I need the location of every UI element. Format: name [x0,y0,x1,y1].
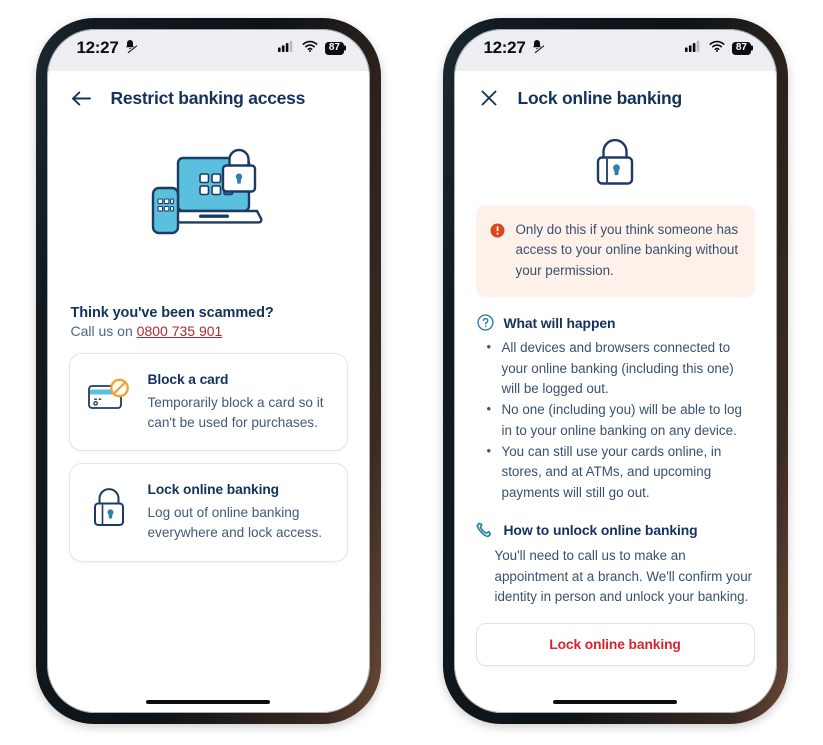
wifi-icon [302,39,318,57]
wifi-icon [709,39,725,57]
phone-device-left: 12:27 87 Restrict banking access Think y… [35,18,381,724]
nav-bar-left: Restrict banking access [47,71,370,119]
phone-device-right: 12:27 87 Lock online banking Only do thi… [442,18,788,724]
battery-indicator: 87 [324,41,344,55]
section-title: What will happen [503,314,616,331]
screenshot-stage: 12:27 87 Restrict banking access Think y… [0,0,823,745]
bell-muted-icon [530,39,545,58]
option-card-block-a-card[interactable]: Block a card Temporarily block a card so… [68,353,348,452]
warning-banner-text: Only do this if you think someone has ac… [515,222,739,278]
cellular-signal-icon [277,39,295,57]
phone-screen-right: 12:27 87 Lock online banking Only do thi… [453,29,777,713]
list-item: You can still use your cards online, in … [486,441,755,503]
question-circle-icon [476,314,495,331]
restrict-options-list: Block a card Temporarily block a card so… [47,339,370,562]
home-indicator[interactable] [553,699,677,704]
how-to-unlock-header: How to unlock online banking [476,521,755,539]
list-item: No one (including you) will be able to l… [486,399,755,441]
devices-lock-illustration [47,119,370,245]
back-arrow-icon[interactable] [71,87,93,109]
phone-screen-left: 12:27 87 Restrict banking access Think y… [46,29,370,713]
status-bar: 12:27 87 [453,29,777,71]
how-to-unlock-paragraph: You'll need to call us to make an appoin… [494,548,753,604]
option-description: Temporarily block a card so it can't be … [147,395,324,430]
option-description: Log out of online banking everywhere and… [147,505,323,541]
close-icon[interactable] [478,87,500,109]
scam-help-block: Think you've been scammed? Call us on 08… [47,245,370,339]
bell-muted-icon [123,39,138,58]
padlock-icon [86,481,132,529]
section-title: How to unlock online banking [503,522,698,539]
screen-one-content: Think you've been scammed? Call us on 08… [47,119,370,713]
option-text-block-a-card: Block a card Temporarily block a card so… [148,371,329,432]
option-text-lock-online-banking: Lock online banking Log out of online ba… [148,481,329,542]
scam-call-line: Call us on 0800 735 901 [71,323,346,339]
lock-online-banking-button[interactable]: Lock online banking [475,623,755,667]
call-us-prefix: Call us on [70,323,137,339]
status-bar-left: 12:27 [77,38,138,58]
how-to-unlock-section: How to unlock online banking You'll need… [454,504,777,607]
status-time: 12:27 [76,38,119,57]
option-card-lock-online-banking[interactable]: Lock online banking Log out of online ba… [68,463,348,562]
what-will-happen-bullets: All devices and browsers connected to yo… [486,337,755,503]
status-bar-left: 12:27 [484,38,545,58]
what-will-happen-header: What will happen [476,314,755,331]
option-title: Block a card [147,372,229,387]
screen-two-content: Only do this if you think someone has ac… [454,119,777,713]
cta-container: Lock online banking [454,607,777,667]
cellular-signal-icon [684,39,702,57]
what-will-happen-section: What will happen All devices and browser… [454,297,777,503]
battery-indicator: 87 [731,41,751,55]
home-indicator[interactable] [146,699,270,704]
nav-bar-right: Lock online banking [454,71,777,119]
status-bar: 12:27 87 [46,29,370,71]
padlock-icon [454,119,777,205]
support-phone-number[interactable]: 0800 735 901 [137,323,223,339]
phone-handset-icon [476,521,495,539]
status-bar-right: 87 [277,39,344,57]
status-time: 12:27 [483,38,526,57]
status-bar-right: 87 [684,39,751,57]
list-item: All devices and browsers connected to yo… [486,337,755,399]
option-title: Lock online banking [147,482,280,498]
page-title: Lock online banking [517,87,683,108]
scam-heading: Think you've been scammed? [70,305,274,321]
blocked-card-icon [86,371,132,413]
alert-exclamation-icon [490,220,505,281]
warning-banner: Only do this if you think someone has ac… [475,205,755,298]
page-title: Restrict banking access [110,87,306,108]
